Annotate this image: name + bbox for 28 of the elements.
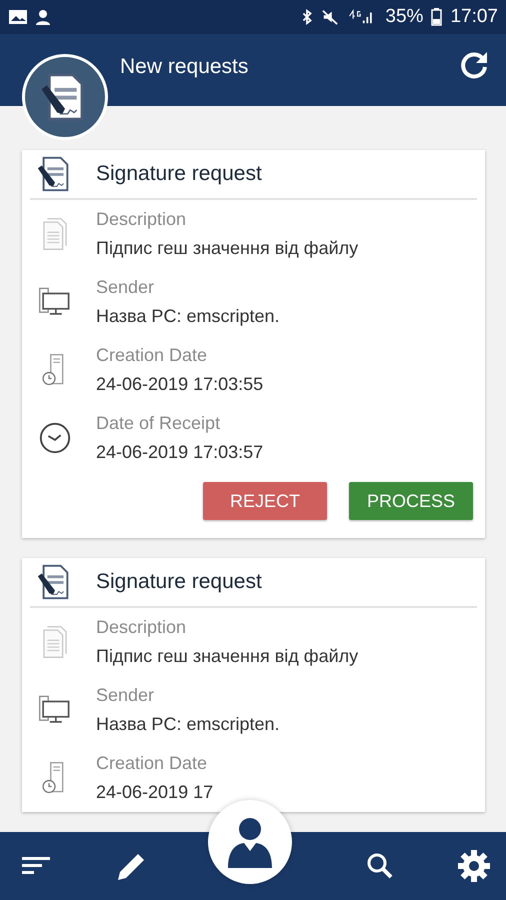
reject-button[interactable]: REJECT [203, 482, 327, 520]
process-button[interactable]: PROCESS [349, 482, 473, 520]
clock-time: 17:07 [450, 6, 498, 28]
battery-percent: 35% [385, 6, 424, 28]
card-title: Signature request [96, 162, 262, 186]
field-value: Назва PC: emscripten. [96, 714, 280, 735]
field-label: Description [96, 209, 188, 230]
field-label: Creation Date [96, 345, 208, 366]
field-label: Creation Date [96, 753, 208, 774]
field-value: 24-06-2019 17:03:57 [96, 442, 264, 463]
field-label: Sender [96, 277, 156, 298]
clock-icon [38, 421, 72, 455]
field-label: Description [96, 617, 188, 638]
image-icon [8, 9, 28, 25]
field-value: Підпис геш значення від файлу [96, 238, 358, 259]
field-label: Date of Receipt [96, 413, 222, 434]
mute-icon [321, 9, 340, 25]
field-value: Назва PC: emscripten. [96, 306, 280, 327]
battery-icon [431, 8, 442, 26]
field-label: Sender [96, 685, 156, 706]
field-value: 24-06-2019 17:03:55 [96, 374, 264, 395]
card-title: Signature request [96, 570, 262, 594]
field-value: Підпис геш значення від файлу [96, 646, 358, 667]
field-value: 24-06-2019 17 [96, 782, 214, 803]
bluetooth-icon [301, 9, 314, 25]
page-title: New requests [120, 55, 250, 79]
person-icon [36, 9, 50, 25]
settings-icon[interactable] [456, 848, 492, 884]
